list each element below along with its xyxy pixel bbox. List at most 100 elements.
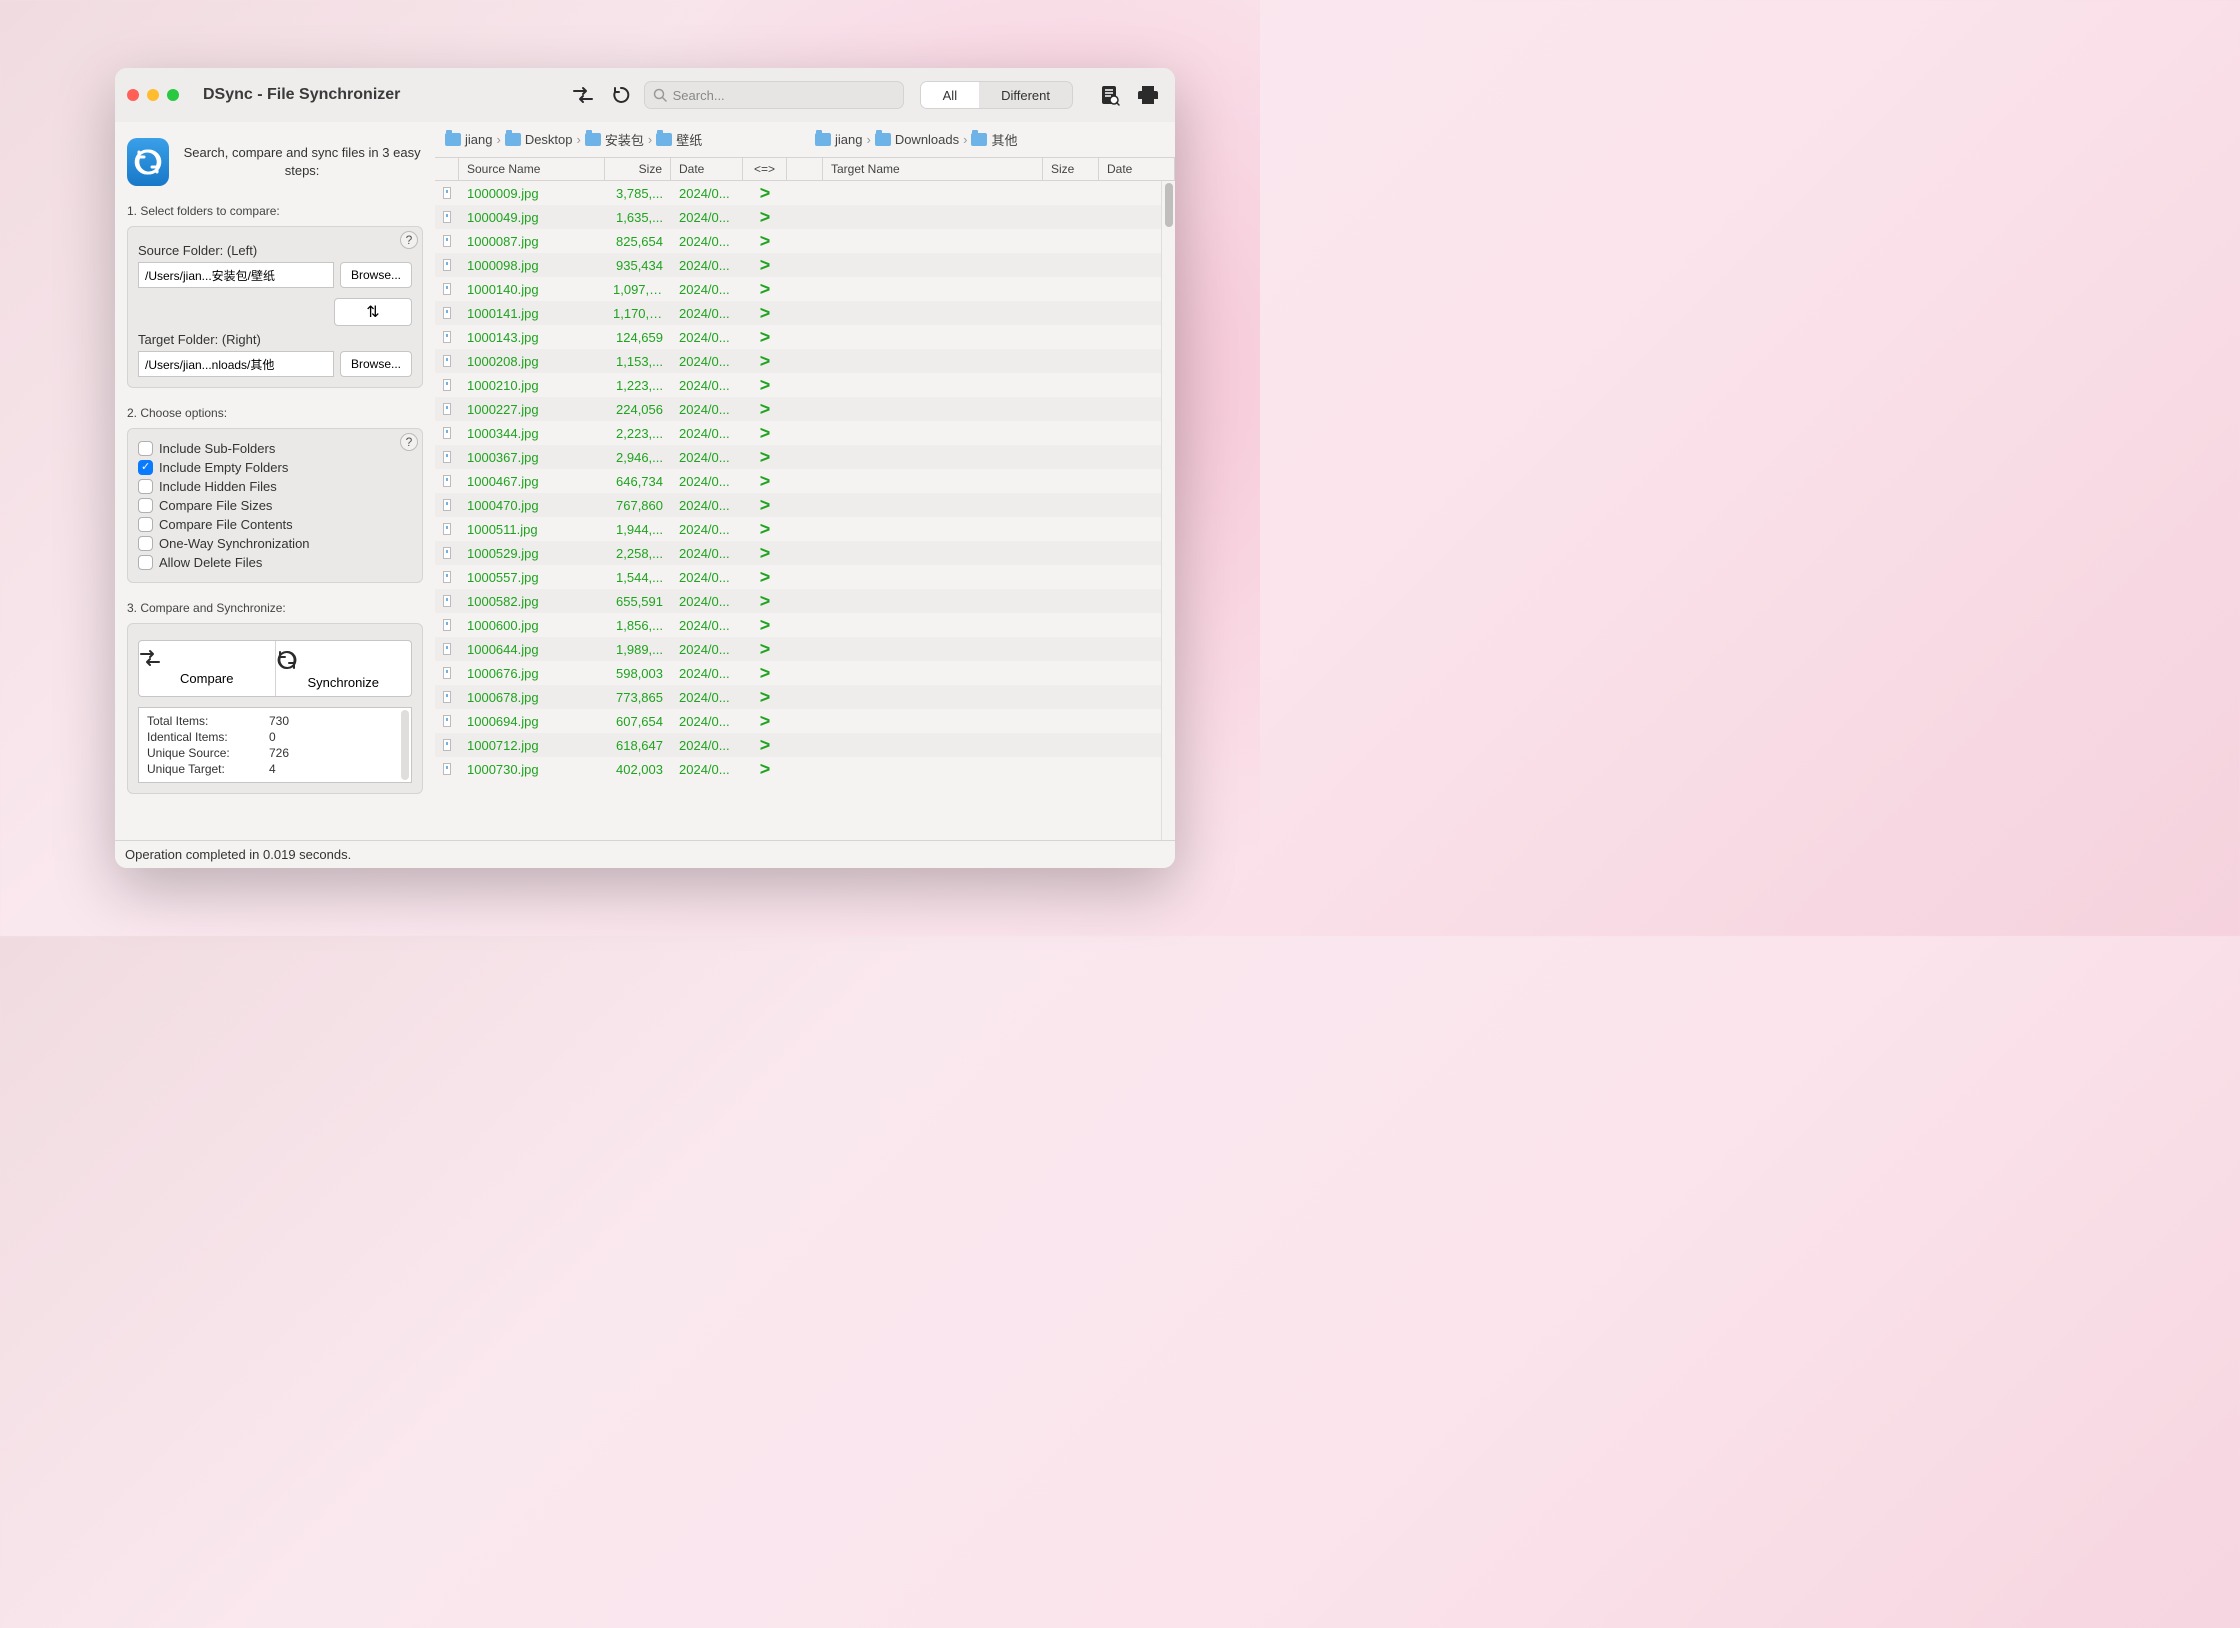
header-source-name[interactable]: Source Name xyxy=(459,158,605,180)
folder-icon xyxy=(445,133,461,146)
stats-scrollbar[interactable] xyxy=(401,710,409,780)
source-path-field[interactable]: /Users/jian...安装包/壁纸 xyxy=(138,262,334,288)
header-date[interactable]: Date xyxy=(671,158,743,180)
table-row[interactable]: 1000227.jpg224,0562024/0...> xyxy=(435,397,1175,421)
minimize-window-icon[interactable] xyxy=(147,89,159,101)
cell-direction: > xyxy=(743,615,787,636)
search-input[interactable]: Search... xyxy=(644,81,904,109)
header-target-name[interactable]: Target Name xyxy=(823,158,1043,180)
table-row[interactable]: 1000141.jpg1,170,4...2024/0...> xyxy=(435,301,1175,325)
synchronize-icon xyxy=(276,649,412,671)
table-row[interactable]: 1000049.jpg1,635,...2024/0...> xyxy=(435,205,1175,229)
cell-direction: > xyxy=(743,351,787,372)
table-row[interactable]: 1000143.jpg124,6592024/0...> xyxy=(435,325,1175,349)
table-row[interactable]: 1000208.jpg1,153,...2024/0...> xyxy=(435,349,1175,373)
table-row[interactable]: 1000529.jpg2,258,...2024/0...> xyxy=(435,541,1175,565)
help-options-icon[interactable]: ? xyxy=(400,433,418,451)
table-row[interactable]: 1000678.jpg773,8652024/0...> xyxy=(435,685,1175,709)
table-row[interactable]: 1000009.jpg3,785,...2024/0...> xyxy=(435,181,1175,205)
cell-size: 2,258,... xyxy=(605,546,671,561)
synchronize-button[interactable]: Synchronize xyxy=(275,641,412,696)
table-row[interactable]: 1000470.jpg767,8602024/0...> xyxy=(435,493,1175,517)
table-row[interactable]: 1000600.jpg1,856,...2024/0...> xyxy=(435,613,1175,637)
header-target-date[interactable]: Date xyxy=(1099,158,1175,180)
refresh-icon[interactable] xyxy=(606,80,636,110)
swap-folders-button[interactable]: ⇅ xyxy=(334,298,412,326)
cell-date: 2024/0... xyxy=(671,210,743,225)
segment-different[interactable]: Different xyxy=(979,82,1072,108)
breadcrumb-segment[interactable]: 安装包 xyxy=(605,130,644,149)
table-row[interactable]: 1000140.jpg1,097,1...2024/0...> xyxy=(435,277,1175,301)
segment-all[interactable]: All xyxy=(921,82,979,108)
table-row[interactable]: 1000582.jpg655,5912024/0...> xyxy=(435,589,1175,613)
option-3[interactable]: Compare File Sizes xyxy=(138,496,412,515)
table-row[interactable]: 1000367.jpg2,946,...2024/0...> xyxy=(435,445,1175,469)
cell-direction: > xyxy=(743,735,787,756)
header-direction[interactable]: <=> xyxy=(743,158,787,180)
browse-target-button[interactable]: Browse... xyxy=(340,351,412,377)
stat-identical-label: Identical Items: xyxy=(147,730,267,744)
print-icon[interactable] xyxy=(1133,80,1163,110)
option-0[interactable]: Include Sub-Folders xyxy=(138,439,412,458)
cell-date: 2024/0... xyxy=(671,714,743,729)
option-label: Compare File Contents xyxy=(159,517,293,532)
target-path-field[interactable]: /Users/jian...nloads/其他 xyxy=(138,351,334,377)
cell-direction: > xyxy=(743,495,787,516)
cell-date: 2024/0... xyxy=(671,546,743,561)
option-4[interactable]: Compare File Contents xyxy=(138,515,412,534)
app-logo-icon xyxy=(127,138,169,186)
breadcrumb-segment[interactable]: jiang xyxy=(835,132,862,147)
table-row[interactable]: 1000087.jpg825,6542024/0...> xyxy=(435,229,1175,253)
table-row[interactable]: 1000730.jpg402,0032024/0...> xyxy=(435,757,1175,781)
cell-date: 2024/0... xyxy=(671,642,743,657)
browse-source-button[interactable]: Browse... xyxy=(340,262,412,288)
cell-source-name: 1000730.jpg xyxy=(459,762,605,777)
option-1[interactable]: Include Empty Folders xyxy=(138,458,412,477)
breadcrumb-segment[interactable]: 其他 xyxy=(991,130,1017,149)
table-row[interactable]: 1000557.jpg1,544,...2024/0...> xyxy=(435,565,1175,589)
compare-label: Compare xyxy=(139,671,275,686)
report-icon[interactable] xyxy=(1095,80,1125,110)
cell-date: 2024/0... xyxy=(671,186,743,201)
header-size[interactable]: Size xyxy=(605,158,671,180)
cell-size: 1,635,... xyxy=(605,210,671,225)
table-row[interactable]: 1000344.jpg2,223,...2024/0...> xyxy=(435,421,1175,445)
table-row[interactable]: 1000712.jpg618,6472024/0...> xyxy=(435,733,1175,757)
table-row[interactable]: 1000644.jpg1,989,...2024/0...> xyxy=(435,637,1175,661)
option-2[interactable]: Include Hidden Files xyxy=(138,477,412,496)
cell-date: 2024/0... xyxy=(671,450,743,465)
compare-button[interactable]: Compare xyxy=(139,641,275,696)
cell-source-name: 1000557.jpg xyxy=(459,570,605,585)
table-row[interactable]: 1000694.jpg607,6542024/0...> xyxy=(435,709,1175,733)
table-row[interactable]: 1000098.jpg935,4342024/0...> xyxy=(435,253,1175,277)
cell-size: 1,544,... xyxy=(605,570,671,585)
cell-direction: > xyxy=(743,639,787,660)
cell-size: 124,659 xyxy=(605,330,671,345)
table-row[interactable]: 1000210.jpg1,223,...2024/0...> xyxy=(435,373,1175,397)
option-5[interactable]: One-Way Synchronization xyxy=(138,534,412,553)
transfer-settings-icon[interactable] xyxy=(568,80,598,110)
option-label: Allow Delete Files xyxy=(159,555,262,570)
cell-size: 1,223,... xyxy=(605,378,671,393)
folder-icon xyxy=(656,133,672,146)
cell-source-name: 1000049.jpg xyxy=(459,210,605,225)
option-6[interactable]: Allow Delete Files xyxy=(138,553,412,572)
breadcrumb-segment[interactable]: Downloads xyxy=(895,132,959,147)
list-scrollbar[interactable] xyxy=(1161,181,1175,840)
cell-direction: > xyxy=(743,447,787,468)
header-target-size[interactable]: Size xyxy=(1043,158,1099,180)
close-window-icon[interactable] xyxy=(127,89,139,101)
table-row[interactable]: 1000467.jpg646,7342024/0...> xyxy=(435,469,1175,493)
breadcrumb-segment[interactable]: 壁纸 xyxy=(676,130,702,149)
breadcrumb-segment[interactable]: Desktop xyxy=(525,132,573,147)
file-icon xyxy=(435,307,459,319)
breadcrumb-segment[interactable]: jiang xyxy=(465,132,492,147)
table-row[interactable]: 1000511.jpg1,944,...2024/0...> xyxy=(435,517,1175,541)
sidebar: Search, compare and sync files in 3 easy… xyxy=(115,122,435,840)
table-row[interactable]: 1000676.jpg598,0032024/0...> xyxy=(435,661,1175,685)
breadcrumb-left: jiang›Desktop›安装包›壁纸 xyxy=(445,130,795,149)
help-folders-icon[interactable]: ? xyxy=(400,231,418,249)
cell-source-name: 1000511.jpg xyxy=(459,522,605,537)
cell-source-name: 1000529.jpg xyxy=(459,546,605,561)
zoom-window-icon[interactable] xyxy=(167,89,179,101)
